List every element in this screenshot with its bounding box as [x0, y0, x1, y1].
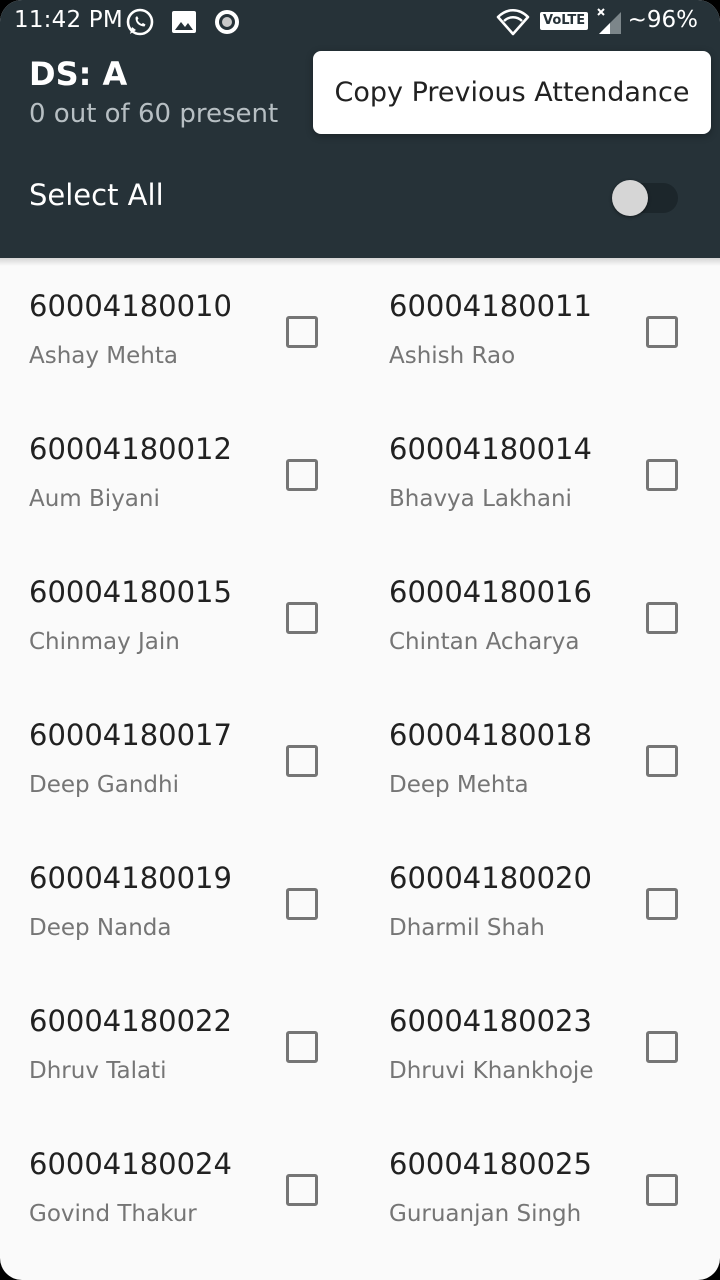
copy-previous-attendance-menu-item[interactable]: Copy Previous Attendance — [313, 51, 711, 134]
student-item[interactable]: 60004180020 Dharmil Shah — [360, 830, 720, 973]
student-name: Deep Mehta — [389, 772, 529, 798]
present-checkbox[interactable] — [286, 602, 318, 634]
student-name: Dhruv Talati — [29, 1058, 167, 1084]
student-item[interactable]: 60004180016 Chintan Acharya — [360, 544, 720, 687]
student-name: Ashay Mehta — [29, 343, 178, 369]
student-name: Dharmil Shah — [389, 915, 545, 941]
present-checkbox[interactable] — [286, 1031, 318, 1063]
student-roll-number: 60004180023 — [389, 1004, 592, 1038]
student-roll-number: 60004180010 — [29, 289, 232, 323]
student-roll-number: 60004180016 — [389, 575, 592, 609]
present-checkbox[interactable] — [646, 1031, 678, 1063]
volte-icon: VoLTE — [540, 12, 589, 30]
present-checkbox[interactable] — [286, 316, 318, 348]
present-checkbox[interactable] — [646, 316, 678, 348]
attendance-screen: 11:42 PM VoLTE ~96% DS: A 0 out of 60 pr… — [0, 0, 720, 1280]
present-checkbox[interactable] — [286, 745, 318, 777]
student-item[interactable]: 60004180024 Govind Thakur — [0, 1116, 360, 1259]
student-roll-number: 60004180018 — [389, 718, 592, 752]
record-icon — [215, 10, 239, 34]
student-roll-number: 60004180014 — [389, 432, 592, 466]
student-item[interactable]: 60004180014 Bhavya Lakhani — [360, 401, 720, 544]
present-checkbox[interactable] — [646, 459, 678, 491]
student-roll-number: 60004180025 — [389, 1147, 592, 1181]
gallery-icon — [172, 11, 196, 33]
wifi-icon — [496, 8, 530, 36]
battery-level: ~96% — [627, 7, 698, 33]
student-name: Aum Biyani — [29, 486, 160, 512]
select-all-label: Select All — [29, 178, 164, 212]
header-shadow — [0, 258, 720, 266]
present-checkbox[interactable] — [286, 459, 318, 491]
student-name: Deep Gandhi — [29, 772, 179, 798]
signal-icon — [597, 8, 621, 34]
student-roll-number: 60004180024 — [29, 1147, 232, 1181]
present-checkbox[interactable] — [646, 602, 678, 634]
student-item[interactable]: 60004180018 Deep Mehta — [360, 687, 720, 830]
present-checkbox[interactable] — [646, 1174, 678, 1206]
present-checkbox[interactable] — [646, 745, 678, 777]
student-item[interactable]: 60004180019 Deep Nanda — [0, 830, 360, 973]
select-all-switch[interactable] — [612, 179, 678, 217]
present-checkbox[interactable] — [286, 1174, 318, 1206]
whatsapp-icon — [126, 8, 154, 36]
student-name: Bhavya Lakhani — [389, 486, 572, 512]
student-roll-number: 60004180011 — [389, 289, 592, 323]
student-item[interactable]: 60004180015 Chinmay Jain — [0, 544, 360, 687]
student-name: Deep Nanda — [29, 915, 172, 941]
student-item[interactable]: 60004180025 Guruanjan Singh — [360, 1116, 720, 1259]
student-name: Guruanjan Singh — [389, 1201, 582, 1227]
student-item[interactable]: 60004180023 Dhruvi Khankhoje — [360, 973, 720, 1116]
status-time: 11:42 PM — [14, 7, 123, 33]
present-count: 0 out of 60 present — [29, 99, 279, 129]
student-item[interactable]: 60004180022 Dhruv Talati — [0, 973, 360, 1116]
student-item[interactable]: 60004180010 Ashay Mehta — [0, 258, 360, 401]
student-roll-number: 60004180012 — [29, 432, 232, 466]
student-name: Ashish Rao — [389, 343, 516, 369]
switch-thumb — [612, 180, 648, 216]
student-name: Chinmay Jain — [29, 629, 180, 655]
present-checkbox[interactable] — [646, 888, 678, 920]
student-item[interactable]: 60004180012 Aum Biyani — [0, 401, 360, 544]
student-roll-number: 60004180022 — [29, 1004, 232, 1038]
present-checkbox[interactable] — [286, 888, 318, 920]
student-name: Chintan Acharya — [389, 629, 580, 655]
student-name: Govind Thakur — [29, 1201, 197, 1227]
page-title: DS: A — [29, 55, 128, 93]
student-name: Dhruvi Khankhoje — [389, 1058, 594, 1084]
student-item[interactable]: 60004180017 Deep Gandhi — [0, 687, 360, 830]
student-item[interactable]: 60004180011 Ashish Rao — [360, 258, 720, 401]
student-roll-number: 60004180019 — [29, 861, 232, 895]
student-roll-number: 60004180015 — [29, 575, 232, 609]
status-bar: 11:42 PM VoLTE ~96% — [0, 0, 720, 44]
student-roll-number: 60004180017 — [29, 718, 232, 752]
student-roll-number: 60004180020 — [389, 861, 592, 895]
